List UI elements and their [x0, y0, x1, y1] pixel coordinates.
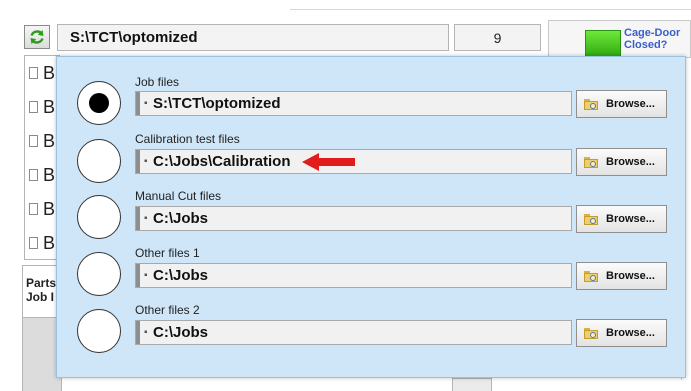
- field-label: Job files: [135, 75, 180, 89]
- document-icon: [29, 203, 38, 215]
- document-icon: [29, 101, 38, 113]
- path-marker-icon: ▪: [144, 98, 148, 109]
- document-icon: [29, 67, 38, 79]
- path-value: S:\TCT\optomized: [153, 95, 281, 112]
- path-value: C:\Jobs: [153, 267, 209, 284]
- cage-door-status-label: Cage-Door Closed?: [624, 27, 681, 51]
- manual-cut-path-field[interactable]: ▪ C:\Jobs: [135, 206, 572, 231]
- radio-manual-cut-files[interactable]: [77, 195, 121, 239]
- list-item[interactable]: B: [25, 124, 59, 158]
- cage-door-led-indicator: [585, 30, 621, 58]
- file-list[interactable]: B B B B B B: [24, 55, 60, 260]
- file-locations-dialog: Job files ▪ S:\TCT\optomized Browse... C…: [56, 56, 686, 378]
- browse-button[interactable]: Browse...: [576, 319, 667, 347]
- current-path-display: S:\TCT\optomized: [57, 24, 449, 51]
- folder-search-icon: [584, 98, 598, 110]
- radio-other-files-1[interactable]: [77, 252, 121, 296]
- folder-search-icon: [584, 270, 598, 282]
- radio-calibration-test-files[interactable]: [77, 139, 121, 183]
- browse-button[interactable]: Browse...: [576, 148, 667, 176]
- refresh-icon: [30, 30, 44, 44]
- folder-search-icon: [584, 213, 598, 225]
- field-label: Other files 1: [135, 246, 200, 260]
- bottom-control-stub: [452, 378, 492, 391]
- parts-label: Parts: [26, 276, 57, 290]
- browse-button[interactable]: Browse...: [576, 90, 667, 118]
- list-item[interactable]: B: [25, 56, 59, 90]
- folder-search-icon: [584, 156, 598, 168]
- radio-job-files[interactable]: [77, 81, 121, 125]
- field-label: Other files 2: [135, 303, 200, 317]
- other-files-1-path-field[interactable]: ▪ C:\Jobs: [135, 263, 572, 288]
- path-value: C:\Jobs\Calibration: [153, 153, 291, 170]
- radio-selected-dot: [89, 93, 109, 113]
- field-label: Manual Cut files: [135, 189, 222, 203]
- other-files-2-path-field[interactable]: ▪ C:\Jobs: [135, 320, 572, 345]
- list-item[interactable]: B: [25, 226, 59, 259]
- browse-button[interactable]: Browse...: [576, 262, 667, 290]
- path-value: C:\Jobs: [153, 324, 209, 341]
- refresh-button[interactable]: [24, 25, 50, 49]
- red-arrow-icon: [302, 153, 355, 171]
- path-marker-icon: ▪: [144, 270, 148, 281]
- job-files-path-field[interactable]: ▪ S:\TCT\optomized: [135, 91, 572, 116]
- field-label: Calibration test files: [135, 132, 240, 146]
- document-icon: [29, 169, 38, 181]
- document-icon: [29, 237, 38, 249]
- path-marker-icon: ▪: [144, 156, 148, 167]
- radio-other-files-2[interactable]: [77, 309, 121, 353]
- top-border: [290, 0, 691, 10]
- folder-search-icon: [584, 327, 598, 339]
- path-marker-icon: ▪: [144, 327, 148, 338]
- job-count: 9: [454, 24, 541, 51]
- list-item[interactable]: B: [25, 158, 59, 192]
- job-label: Job I: [26, 290, 55, 304]
- browse-button[interactable]: Browse...: [576, 205, 667, 233]
- path-value: C:\Jobs: [153, 210, 209, 227]
- path-marker-icon: ▪: [144, 213, 148, 224]
- document-icon: [29, 135, 38, 147]
- list-item[interactable]: B: [25, 90, 59, 124]
- list-item[interactable]: B: [25, 192, 59, 226]
